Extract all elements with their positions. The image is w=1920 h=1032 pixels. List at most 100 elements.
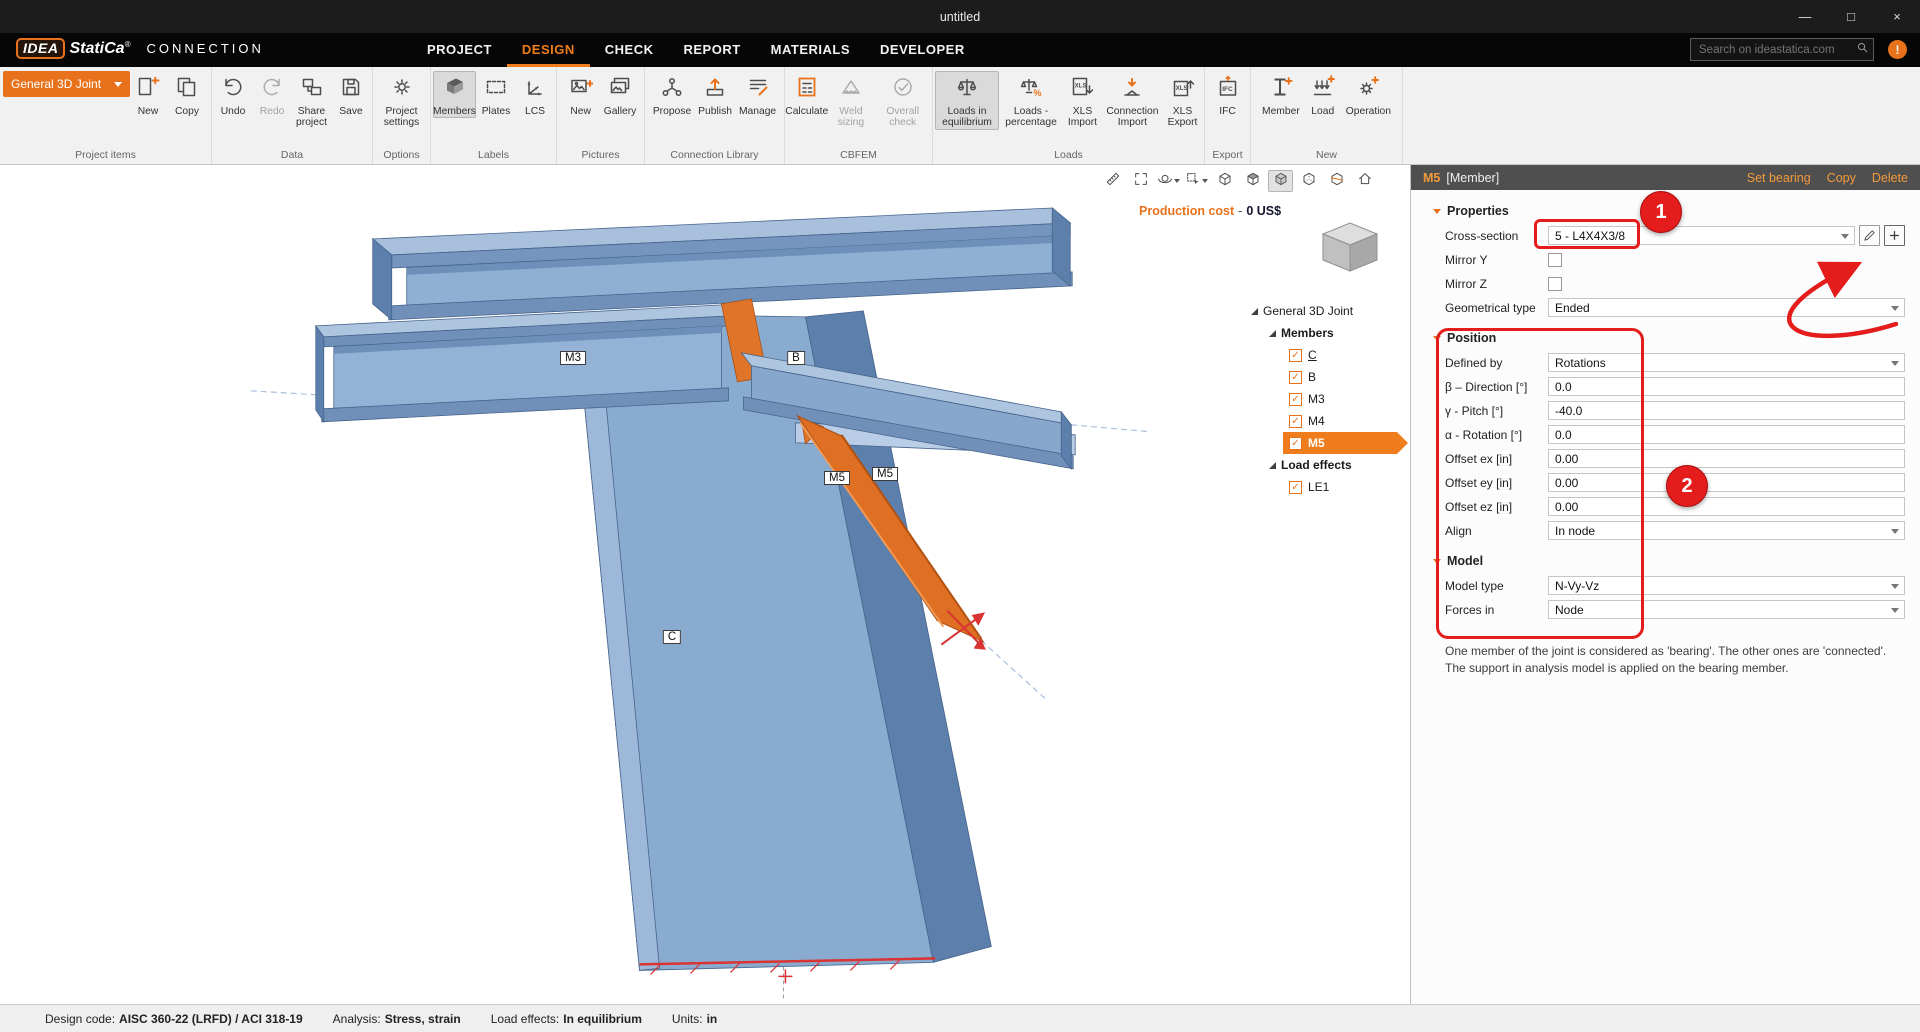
ribbon-ifc-button[interactable]: IFCIFC [1209,71,1247,118]
member-label-c[interactable]: C [663,630,681,644]
viewport-cube-wire-button[interactable] [1212,170,1237,192]
pitch-input[interactable]: -40.0 [1548,401,1905,420]
tree-item-le1[interactable]: ✓LE1 [1237,476,1408,498]
ribbon-new-button[interactable]: New [129,71,167,118]
tree-checkbox[interactable]: ✓ [1289,481,1302,494]
search-icon[interactable] [1855,40,1870,60]
tree-checkbox[interactable]: ✓ [1289,349,1302,362]
ribbon-xls-import-button[interactable]: XLSXLS Import [1063,71,1102,130]
ribbon-undo-button[interactable]: Undo [214,71,252,118]
tree-root[interactable]: General 3D Joint [1237,300,1408,322]
defined-by-dropdown[interactable]: Rotations [1548,353,1905,372]
tree-item-c[interactable]: ✓C [1237,344,1408,366]
ribbon-loads-percentage-button[interactable]: %Loads - percentage [1000,71,1062,130]
ribbon-share-project-button[interactable]: Share project [292,71,331,130]
viewport[interactable]: Production cost-0 US$ M3 B M5 M5 C Gener… [0,165,1411,1004]
ribbon-members-button[interactable]: Members [433,71,476,118]
chevron-down-icon[interactable] [1174,179,1180,183]
maximize-button[interactable]: □ [1828,0,1874,33]
chevron-down-icon[interactable] [1202,179,1208,183]
viewport-select-button[interactable] [1184,170,1209,192]
ribbon-plates-button[interactable]: Plates [477,71,515,118]
member-label-m5a[interactable]: M5 [824,471,850,485]
chevron-down-icon[interactable] [1891,584,1899,589]
viewport-orbit-button[interactable] [1156,170,1181,192]
ribbon-gallery-button[interactable]: Gallery [601,71,640,118]
ribbon-propose-button[interactable]: Propose [650,71,694,118]
copy-member-button[interactable]: Copy [1827,171,1856,185]
align-dropdown[interactable]: In node [1548,521,1905,540]
member-label-b[interactable]: B [787,351,805,365]
forces-in-dropdown[interactable]: Node [1548,600,1905,619]
mirror-y-checkbox[interactable] [1548,253,1562,267]
viewport-fit-button[interactable] [1128,170,1153,192]
offset-ex-in-input[interactable]: 0.00 [1548,449,1905,468]
menu-tab-check[interactable]: CHECK [590,33,669,67]
joint-type-select[interactable]: General 3D Joint [3,71,130,97]
view-cube[interactable] [1318,219,1382,280]
member-label-m5b[interactable]: M5 [872,467,898,481]
delete-member-button[interactable]: Delete [1872,171,1908,185]
viewport-cube-edges-button[interactable] [1296,170,1321,192]
edit-cross-section-button[interactable] [1859,225,1880,246]
ribbon-load-button[interactable]: Load [1304,71,1342,118]
close-button[interactable]: × [1874,0,1920,33]
tree-item-m5[interactable]: ✓M5 [1237,432,1408,454]
tree-group-members[interactable]: Members [1237,322,1408,344]
offset-ez-in-input[interactable]: 0.00 [1548,497,1905,516]
ribbon-connection-import-button[interactable]: Connection Import [1103,71,1162,130]
chevron-down-icon[interactable] [1891,361,1899,366]
tree-checkbox[interactable]: ✓ [1289,371,1302,384]
ribbon-calculate-button[interactable]: Calculate [787,71,826,118]
menu-tab-report[interactable]: REPORT [668,33,755,67]
tree-checkbox[interactable]: ✓ [1289,415,1302,428]
menu-tab-developer[interactable]: DEVELOPER [865,33,980,67]
section-chevron-icon[interactable] [1433,209,1441,214]
expander-icon[interactable] [1251,308,1258,315]
ribbon-publish-button[interactable]: Publish [695,71,735,118]
ribbon-lcs-button[interactable]: LCS [516,71,554,118]
add-cross-section-button[interactable] [1884,225,1905,246]
tree-item-b[interactable]: ✓B [1237,366,1408,388]
search-input[interactable] [1697,43,1855,57]
section-chevron-icon[interactable] [1433,559,1441,564]
viewport-clip-button[interactable] [1324,170,1349,192]
search-box[interactable] [1690,38,1874,61]
ribbon-xls-export-button[interactable]: XLSXLS Export [1163,71,1202,130]
viewport-cube-solid-button[interactable] [1240,170,1265,192]
ribbon-copy-button[interactable]: Copy [168,71,206,118]
tree-checkbox[interactable]: ✓ [1289,437,1302,450]
chevron-down-icon[interactable] [1891,306,1899,311]
cross-section-dropdown[interactable]: 5 - L4X4X3/8 [1548,226,1855,245]
section-chevron-icon[interactable] [1433,336,1441,341]
expander-icon[interactable] [1269,462,1276,469]
ribbon-loads-in-equilibrium-button[interactable]: Loads in equilibrium [935,71,999,130]
top-beam-mesh[interactable] [373,208,1072,320]
viewport-measure-button[interactable] [1100,170,1125,192]
chevron-down-icon[interactable] [1891,608,1899,613]
member-m3-mesh[interactable] [316,305,731,422]
menu-tab-project[interactable]: PROJECT [412,33,507,67]
viewport-home-button[interactable] [1352,170,1377,192]
ribbon-member-button[interactable]: Member [1259,71,1303,118]
chevron-down-icon[interactable] [1841,234,1849,239]
minimize-button[interactable]: — [1782,0,1828,33]
offset-ey-in-input[interactable]: 0.00 [1548,473,1905,492]
ribbon-project-settings-button[interactable]: Project settings [375,71,428,130]
menu-tab-design[interactable]: DESIGN [507,33,590,67]
member-label-m3[interactable]: M3 [560,351,586,365]
viewport-cube-shaded-button[interactable] [1268,170,1293,192]
tree-group-load-effects[interactable]: Load effects [1237,454,1408,476]
expander-icon[interactable] [1269,330,1276,337]
ribbon-save-button[interactable]: Save [332,71,370,118]
tree-item-m3[interactable]: ✓M3 [1237,388,1408,410]
direction-input[interactable]: 0.0 [1548,377,1905,396]
model-type-dropdown[interactable]: N-Vy-Vz [1548,576,1905,595]
set-bearing-button[interactable]: Set bearing [1747,171,1811,185]
tree-checkbox[interactable]: ✓ [1289,393,1302,406]
rotation-input[interactable]: 0.0 [1548,425,1905,444]
ribbon-manage-button[interactable]: Manage [736,71,779,118]
geometrical-type-dropdown[interactable]: Ended [1548,298,1905,317]
viewport-canvas[interactable] [0,165,1410,1003]
ribbon-operation-button[interactable]: Operation [1343,71,1394,118]
